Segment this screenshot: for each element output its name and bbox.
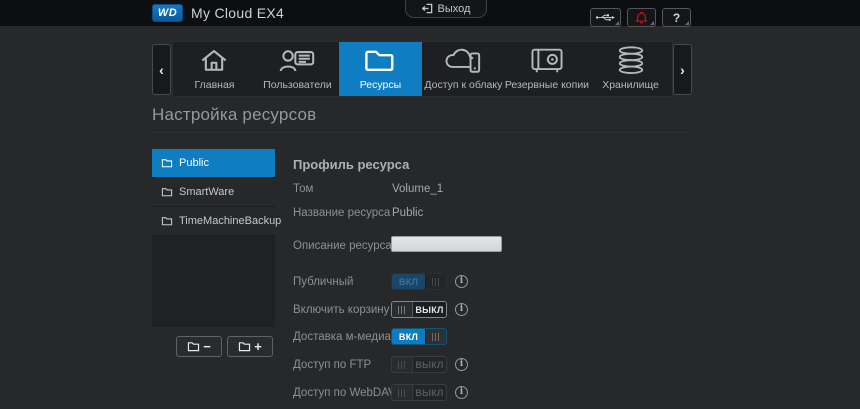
- tab-label: Пользователи: [263, 79, 332, 91]
- backup-safe-icon: [529, 42, 565, 79]
- profile-section-title: Профиль ресурса: [293, 157, 410, 172]
- tab-label: Доступ к облаку: [424, 79, 503, 91]
- share-name: TimeMachineBackup: [179, 215, 282, 227]
- webdav-access-toggle-label: Доступ по WebDAV: [293, 387, 396, 399]
- tab-storage[interactable]: Хранилище: [589, 42, 672, 96]
- toggle-on-text: ВКЛ: [392, 274, 425, 289]
- toggle-grip: [392, 357, 413, 372]
- webdav-access-toggle[interactable]: ВЫКЛ: [391, 384, 447, 401]
- tab-users[interactable]: Пользователи: [256, 42, 339, 96]
- toggle-off-text: ВЫКЛ: [413, 302, 446, 317]
- remove-share-button[interactable]: −: [176, 336, 222, 357]
- top-header-bar: WD My Cloud EX4 Выход ?: [0, 0, 860, 27]
- info-icon[interactable]: i: [455, 303, 468, 316]
- share-list-panel: Public SmartWare TimeMachineBackup: [152, 149, 281, 327]
- logout-label: Выход: [437, 2, 471, 15]
- alerts-button[interactable]: [627, 8, 656, 27]
- plus-icon: +: [254, 339, 262, 354]
- nav-tabstrip: Главная Пользователи Ресурсы Доступ к об…: [172, 41, 673, 97]
- cloud-access-icon: [443, 42, 483, 79]
- tab-label: Ресурсы: [359, 79, 402, 91]
- tab-label: Резервные копии: [504, 79, 590, 91]
- tab-backups[interactable]: Резервные копии: [505, 42, 589, 96]
- wd-logo: WD: [152, 4, 183, 22]
- folder-icon: [161, 217, 173, 226]
- tab-resources[interactable]: Ресурсы: [338, 42, 422, 96]
- app-title: My Cloud EX4: [191, 5, 285, 21]
- ftp-access-toggle-label: Доступ по FTP: [293, 359, 372, 371]
- toggle-grip: [425, 329, 446, 344]
- brand: WD My Cloud EX4: [152, 4, 284, 22]
- media-serving-toggle-label: Доставка м-медиа: [293, 331, 391, 343]
- share-name-label: Название ресурса: [293, 207, 391, 219]
- ftp-access-toggle[interactable]: ВЫКЛ: [391, 356, 447, 373]
- logout-icon: [421, 3, 433, 14]
- help-icon: ?: [672, 10, 681, 25]
- folder-icon: [364, 42, 396, 79]
- toggle-grip: [392, 385, 413, 400]
- recycle-bin-toggle-label: Включить корзину: [293, 304, 390, 316]
- nav-scroll-right-button[interactable]: ›: [673, 44, 692, 95]
- folder-icon: [188, 342, 200, 352]
- folder-icon: [161, 188, 173, 197]
- tab-home[interactable]: Главная: [173, 42, 256, 96]
- storage-stack-icon: [615, 42, 647, 79]
- folder-icon: [161, 159, 173, 168]
- media-serving-toggle[interactable]: ВКЛ: [391, 328, 447, 345]
- logout-button[interactable]: Выход: [405, 0, 487, 18]
- tab-cloud-access[interactable]: Доступ к облаку: [422, 42, 505, 96]
- share-item-timemachinebackup[interactable]: TimeMachineBackup: [152, 207, 281, 236]
- tab-label: Хранилище: [602, 79, 659, 91]
- help-button[interactable]: ?: [662, 8, 691, 27]
- folder-icon: [239, 342, 251, 352]
- volume-value: Volume_1: [392, 183, 444, 195]
- public-toggle-label: Публичный: [293, 276, 354, 288]
- users-icon: [278, 42, 316, 79]
- home-icon: [198, 42, 230, 79]
- volume-label: Том: [293, 183, 314, 195]
- share-name: SmartWare: [179, 186, 235, 198]
- toggle-off-text: ВЫКЛ: [413, 385, 446, 400]
- minus-icon: −: [203, 339, 211, 354]
- app-window: WD My Cloud EX4 Выход ? ‹ Главная Пользо…: [0, 0, 860, 409]
- title-divider: [150, 132, 690, 133]
- share-item-smartware[interactable]: SmartWare: [152, 178, 275, 207]
- info-icon[interactable]: i: [455, 386, 468, 399]
- description-label: Описание ресурса: [293, 240, 392, 252]
- description-input[interactable]: [391, 236, 502, 252]
- toggle-on-text: ВКЛ: [392, 329, 425, 344]
- usb-icon: [595, 12, 616, 23]
- toggle-grip: [392, 302, 413, 317]
- toggle-grip: [425, 274, 446, 289]
- add-share-button[interactable]: +: [227, 336, 273, 357]
- nav-scroll-left-button[interactable]: ‹: [152, 44, 171, 95]
- chevron-left-icon: ‹: [159, 61, 164, 78]
- usb-button[interactable]: [590, 8, 621, 27]
- alert-bell-icon: [635, 11, 648, 24]
- info-icon[interactable]: i: [455, 275, 468, 288]
- chevron-right-icon: ›: [680, 61, 685, 78]
- page-title: Настройка ресурсов: [152, 105, 317, 124]
- share-name-value: Public: [392, 207, 424, 219]
- public-toggle[interactable]: ВКЛ: [391, 273, 447, 290]
- tab-label: Главная: [194, 79, 235, 91]
- share-name: Public: [179, 157, 209, 169]
- info-icon[interactable]: i: [455, 358, 468, 371]
- recycle-bin-toggle[interactable]: ВЫКЛ: [391, 301, 447, 318]
- toggle-off-text: ВЫКЛ: [413, 357, 446, 372]
- share-item-public[interactable]: Public: [152, 149, 275, 178]
